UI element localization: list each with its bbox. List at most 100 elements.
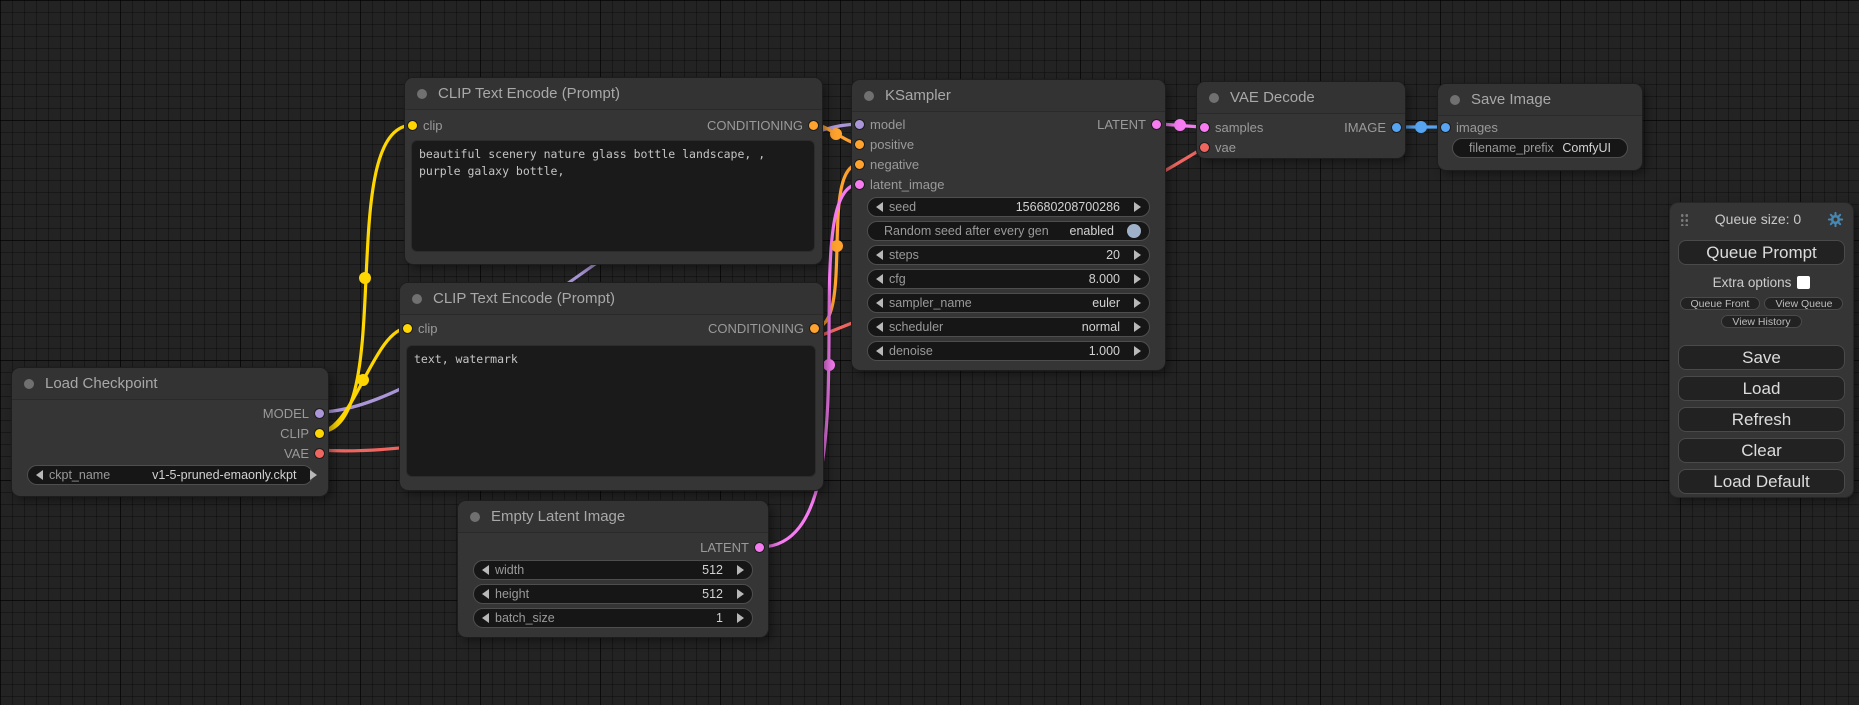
decrement-arrow-icon[interactable] bbox=[482, 565, 489, 575]
seed-widget[interactable]: seed 156680208700286 bbox=[867, 197, 1150, 217]
output-label: VAE bbox=[284, 446, 309, 461]
node-save-image[interactable]: Save Image images filename_prefix ComfyU… bbox=[1438, 84, 1642, 170]
latent-output-slot[interactable] bbox=[755, 543, 764, 552]
link-midpoint-dot bbox=[357, 374, 369, 386]
clip-input-slot[interactable] bbox=[403, 324, 412, 333]
increment-arrow-icon[interactable] bbox=[737, 613, 744, 623]
node-title-bar[interactable]: Load Checkpoint bbox=[12, 368, 328, 400]
collapse-dot[interactable] bbox=[1450, 95, 1460, 105]
view-queue-button[interactable]: View Queue bbox=[1764, 297, 1843, 310]
cfg-widget[interactable]: cfg 8.000 bbox=[867, 269, 1150, 289]
node-title: VAE Decode bbox=[1230, 89, 1315, 106]
node-clip-text-encode-positive[interactable]: CLIP Text Encode (Prompt) clip CONDITION… bbox=[405, 78, 822, 264]
node-graph-canvas[interactable]: Load Checkpoint MODEL CLIP VAE ckpt_name… bbox=[0, 0, 1859, 705]
input-label: images bbox=[1456, 120, 1498, 135]
collapse-dot[interactable] bbox=[417, 89, 427, 99]
width-widget[interactable]: width 512 bbox=[473, 560, 753, 580]
collapse-dot[interactable] bbox=[470, 512, 480, 522]
node-empty-latent-image[interactable]: Empty Latent Image LATENT width 512 heig… bbox=[458, 501, 768, 637]
node-title-bar[interactable]: Empty Latent Image bbox=[458, 501, 768, 533]
node-title: KSampler bbox=[885, 87, 951, 104]
node-title-bar[interactable]: CLIP Text Encode (Prompt) bbox=[405, 78, 822, 110]
vae-output-slot[interactable] bbox=[315, 449, 324, 458]
extra-options-checkbox[interactable] bbox=[1797, 276, 1810, 289]
collapse-dot[interactable] bbox=[864, 91, 874, 101]
ckpt-name-widget[interactable]: ckpt_name v1-5-pruned-emaonly.ckpt bbox=[27, 465, 313, 485]
model-input-slot[interactable] bbox=[855, 120, 864, 129]
denoise-widget[interactable]: denoise 1.000 bbox=[867, 341, 1150, 361]
conditioning-output-slot[interactable] bbox=[810, 324, 819, 333]
node-title-bar[interactable]: Save Image bbox=[1438, 84, 1642, 116]
decrement-arrow-icon[interactable] bbox=[482, 613, 489, 623]
clip-input-slot[interactable] bbox=[408, 121, 417, 130]
refresh-button[interactable]: Refresh bbox=[1678, 407, 1845, 432]
drag-handle-icon[interactable] bbox=[1680, 213, 1689, 226]
node-title: Load Checkpoint bbox=[45, 375, 158, 392]
toggle-indicator[interactable] bbox=[1127, 224, 1141, 238]
node-title-bar[interactable]: CLIP Text Encode (Prompt) bbox=[400, 283, 823, 315]
load-button[interactable]: Load bbox=[1678, 376, 1845, 401]
load-default-button[interactable]: Load Default bbox=[1678, 469, 1845, 494]
collapse-dot[interactable] bbox=[1209, 93, 1219, 103]
vae-input-slot[interactable] bbox=[1200, 143, 1209, 152]
node-load-checkpoint[interactable]: Load Checkpoint MODEL CLIP VAE ckpt_name… bbox=[12, 368, 328, 496]
clip-output-slot[interactable] bbox=[315, 429, 324, 438]
view-history-button[interactable]: View History bbox=[1721, 315, 1801, 328]
input-label: latent_image bbox=[870, 177, 944, 192]
save-button[interactable]: Save bbox=[1678, 345, 1845, 370]
images-input-slot[interactable] bbox=[1441, 123, 1450, 132]
increment-arrow-icon[interactable] bbox=[1134, 274, 1141, 284]
collapse-dot[interactable] bbox=[24, 379, 34, 389]
random-seed-toggle-widget[interactable]: Random seed after every gen enabled bbox=[867, 221, 1150, 241]
clear-button[interactable]: Clear bbox=[1678, 438, 1845, 463]
model-output-slot[interactable] bbox=[315, 409, 324, 418]
increment-arrow-icon[interactable] bbox=[737, 589, 744, 599]
increment-arrow-icon[interactable] bbox=[310, 470, 317, 480]
samples-input-slot[interactable] bbox=[1200, 123, 1209, 132]
input-label: negative bbox=[870, 157, 919, 172]
queue-size-label: Queue size: 0 bbox=[1689, 211, 1827, 227]
collapse-dot[interactable] bbox=[412, 294, 422, 304]
node-clip-text-encode-negative[interactable]: CLIP Text Encode (Prompt) clip CONDITION… bbox=[400, 283, 823, 490]
link-midpoint-dot bbox=[359, 272, 371, 284]
settings-gear-icon[interactable] bbox=[1827, 211, 1844, 228]
decrement-arrow-icon[interactable] bbox=[482, 589, 489, 599]
queue-front-button[interactable]: Queue Front bbox=[1680, 297, 1761, 310]
prompt-textarea[interactable]: text, watermark bbox=[406, 345, 816, 477]
increment-arrow-icon[interactable] bbox=[737, 565, 744, 575]
increment-arrow-icon[interactable] bbox=[1134, 298, 1141, 308]
conditioning-output-slot[interactable] bbox=[809, 121, 818, 130]
steps-widget[interactable]: steps 20 bbox=[867, 245, 1150, 265]
decrement-arrow-icon[interactable] bbox=[876, 202, 883, 212]
increment-arrow-icon[interactable] bbox=[1134, 346, 1141, 356]
node-ksampler[interactable]: KSampler model LATENT positive negative … bbox=[852, 80, 1165, 370]
image-output-slot[interactable] bbox=[1392, 123, 1401, 132]
queue-panel: Queue size: 0 Queue Prompt Extra options… bbox=[1670, 203, 1853, 497]
decrement-arrow-icon[interactable] bbox=[876, 250, 883, 260]
decrement-arrow-icon[interactable] bbox=[876, 346, 883, 356]
latent-output-slot[interactable] bbox=[1152, 120, 1161, 129]
decrement-arrow-icon[interactable] bbox=[876, 322, 883, 332]
filename-prefix-widget[interactable]: filename_prefix ComfyUI bbox=[1452, 138, 1628, 158]
negative-input-slot[interactable] bbox=[855, 160, 864, 169]
increment-arrow-icon[interactable] bbox=[1134, 202, 1141, 212]
output-label: MODEL bbox=[263, 406, 309, 421]
decrement-arrow-icon[interactable] bbox=[876, 274, 883, 284]
decrement-arrow-icon[interactable] bbox=[36, 470, 43, 480]
link-midpoint-dot bbox=[831, 240, 843, 252]
prompt-textarea[interactable]: beautiful scenery nature glass bottle la… bbox=[411, 140, 815, 252]
positive-input-slot[interactable] bbox=[855, 140, 864, 149]
node-title-bar[interactable]: KSampler bbox=[852, 80, 1165, 112]
batch-size-widget[interactable]: batch_size 1 bbox=[473, 608, 753, 628]
decrement-arrow-icon[interactable] bbox=[876, 298, 883, 308]
node-title-bar[interactable]: VAE Decode bbox=[1197, 82, 1405, 114]
node-vae-decode[interactable]: VAE Decode samples IMAGE vae bbox=[1197, 82, 1405, 158]
increment-arrow-icon[interactable] bbox=[1134, 322, 1141, 332]
output-label: IMAGE bbox=[1344, 120, 1386, 135]
latent-image-input-slot[interactable] bbox=[855, 180, 864, 189]
queue-prompt-button[interactable]: Queue Prompt bbox=[1678, 240, 1845, 265]
increment-arrow-icon[interactable] bbox=[1134, 250, 1141, 260]
sampler-name-widget[interactable]: sampler_name euler bbox=[867, 293, 1150, 313]
height-widget[interactable]: height 512 bbox=[473, 584, 753, 604]
scheduler-widget[interactable]: scheduler normal bbox=[867, 317, 1150, 337]
